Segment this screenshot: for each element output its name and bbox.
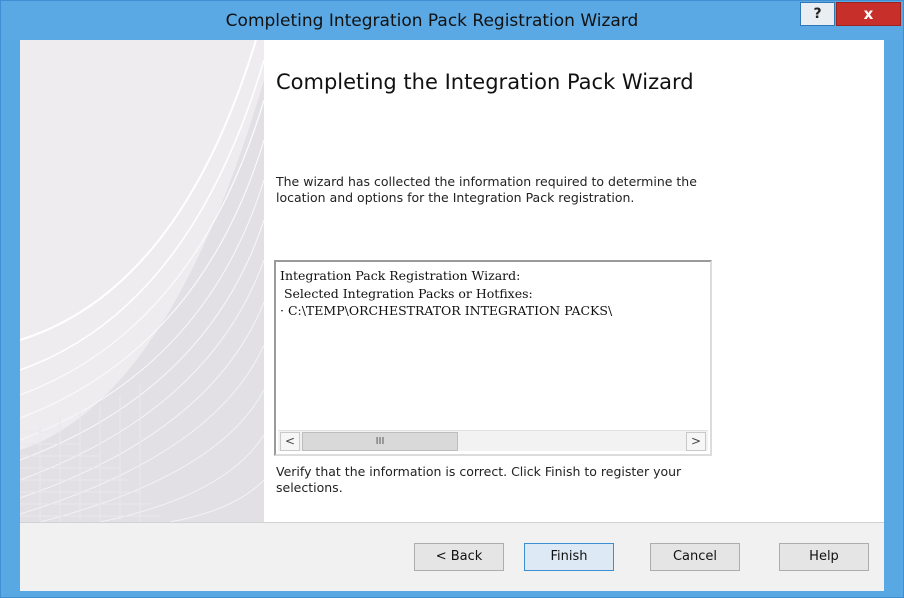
close-icon[interactable]: x: [836, 2, 901, 26]
summary-line: · C:\TEMP\ORCHESTRATOR INTEGRATION PACKS…: [280, 303, 613, 318]
summary-line: Integration Pack Registration Wizard:: [280, 268, 521, 283]
scroll-thumb[interactable]: III: [302, 432, 458, 451]
horizontal-scrollbar[interactable]: < III >: [278, 430, 708, 451]
back-button[interactable]: < Back: [414, 543, 504, 571]
wizard-body: Completing the Integration Pack Wizard T…: [20, 40, 884, 591]
help-icon[interactable]: ?: [800, 2, 835, 26]
curve-decoration-icon: [20, 40, 264, 522]
description-text: The wizard has collected the information…: [276, 174, 697, 205]
scroll-right-icon[interactable]: >: [686, 432, 706, 451]
scroll-left-icon[interactable]: <: [280, 432, 300, 451]
page-heading: Completing the Integration Pack Wizard: [276, 70, 694, 94]
cancel-button[interactable]: Cancel: [650, 543, 740, 571]
wizard-window: Completing Integration Pack Registration…: [0, 0, 904, 598]
finish-button[interactable]: Finish: [524, 543, 614, 571]
summary-line: Selected Integration Packs or Hotfixes:: [280, 285, 533, 301]
help-button[interactable]: Help: [779, 543, 869, 571]
verify-text: Verify that the information is correct. …: [276, 464, 682, 495]
title-bar[interactable]: Completing Integration Pack Registration…: [1, 1, 903, 41]
window-title: Completing Integration Pack Registration…: [225, 11, 639, 31]
summary-content: Integration Pack Registration Wizard: Se…: [280, 267, 612, 320]
button-bar: < Back Finish Cancel Help: [20, 522, 884, 591]
summary-box[interactable]: Integration Pack Registration Wizard: Se…: [274, 260, 712, 456]
wizard-side-graphic: [20, 40, 264, 522]
